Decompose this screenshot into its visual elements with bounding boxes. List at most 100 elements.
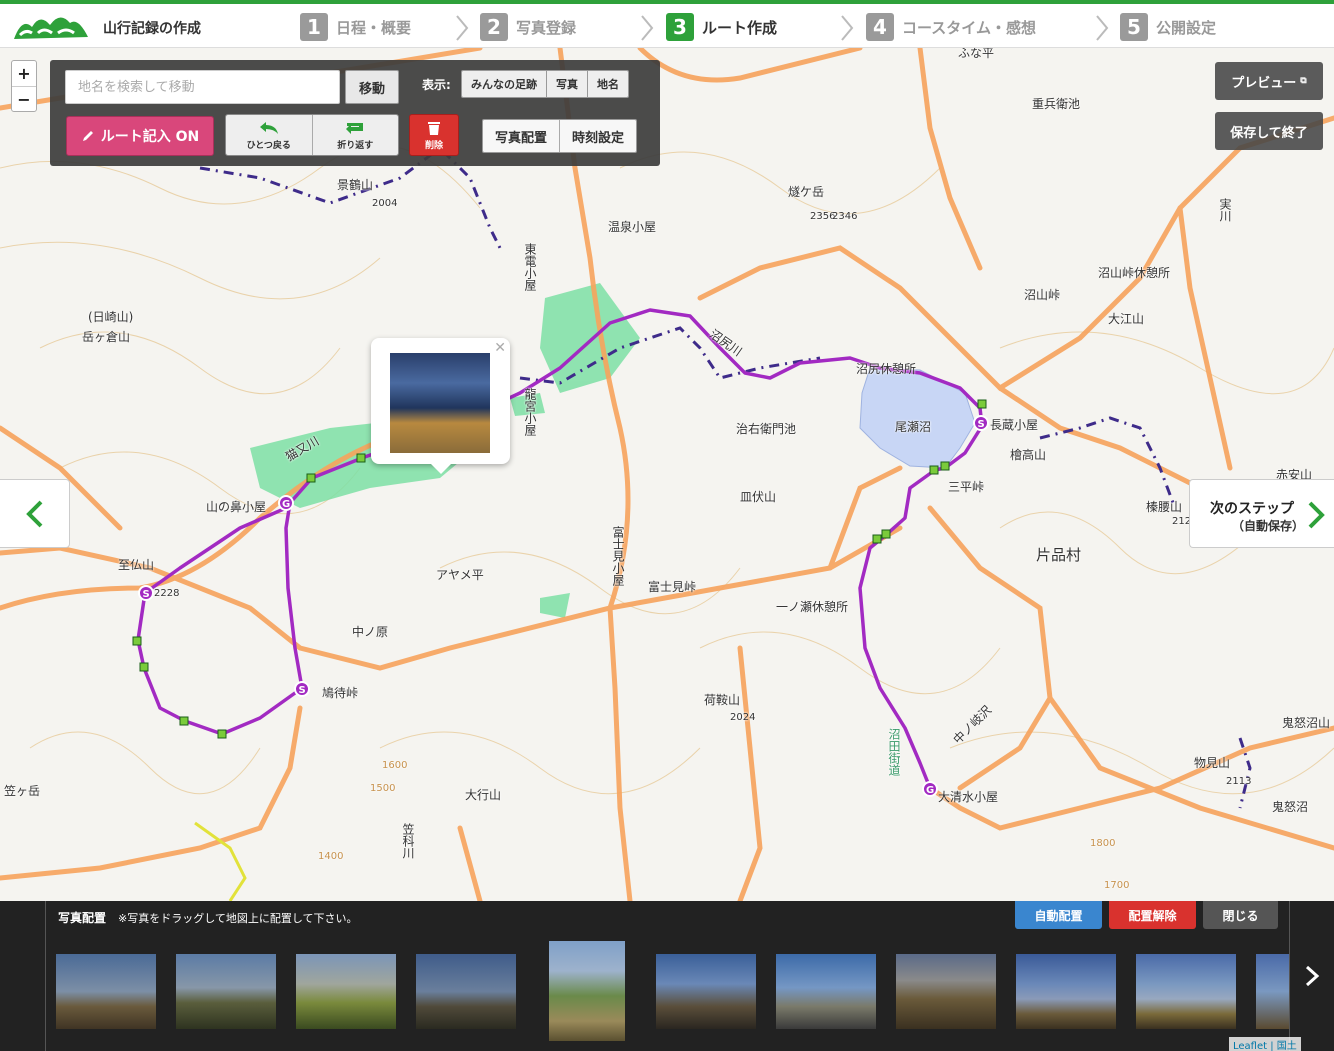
auto-place-button[interactable]: 自動配置 [1015,901,1102,929]
step-number: 1 [300,13,328,41]
chevron-left-icon [25,500,42,527]
chevron-right-icon [1308,501,1325,529]
map-label: 富士見峠 [648,580,697,594]
display-label: 表示: [422,78,451,92]
map-label: 2024 [730,712,756,723]
map-label: 1400 [318,851,344,862]
step-label: 日程・概要 [336,18,412,37]
move-button[interactable]: 移動 [345,70,399,104]
photo-thumbnail[interactable] [56,954,156,1029]
map-label: 皿伏山 [740,490,777,504]
place-search-input[interactable] [65,70,340,104]
chevron-right-icon [456,15,469,41]
auto-save-note: （自動保存） [1232,519,1305,533]
photo-thumbnail[interactable] [176,954,276,1029]
map-label: 龍宮小屋 [523,388,537,436]
map-label: 1600 [382,760,408,771]
photo-thumbnail[interactable] [656,954,756,1029]
undo-button[interactable]: ひとつ戻る [226,115,312,155]
map-label: 燧ケ岳 [788,185,825,199]
yamareco-logo[interactable] [12,9,90,43]
photo-place-button[interactable]: 写真配置 [483,120,560,152]
map-label: 2346 [832,211,858,222]
clear-placement-button[interactable]: 配置解除 [1109,901,1196,929]
photo-strip-next-button[interactable] [1290,901,1334,1051]
svg-text:S: S [978,419,985,430]
photo-thumbnail[interactable] [776,954,876,1029]
photo-thumbnail[interactable] [296,954,396,1029]
photo-thumbnail[interactable] [416,954,516,1029]
map-canvas[interactable]: S S G S G 景鶴山 2004 燧ケ岳 2356 2346 温泉小屋 東電… [0,48,1334,901]
edit-button-group: ひとつ戻る 折り返す [225,114,399,156]
photo-thumbnail[interactable] [1016,954,1116,1029]
delete-button[interactable]: 削除 [409,114,459,156]
map-label: 大江山 [1108,312,1145,326]
step-label: 公開設定 [1156,18,1217,37]
trash-icon [428,121,440,135]
reverse-button[interactable]: 折り返す [311,115,398,155]
route-entry-label: ルート記入 ON [100,129,200,145]
chevron-right-icon [1305,965,1320,987]
step-number: 2 [480,13,508,41]
photo-thumbnail[interactable] [1136,954,1236,1029]
close-icon[interactable]: ✕ [494,340,506,356]
step-3[interactable]: 3 ルート作成 [666,11,777,43]
step-5[interactable]: 5 公開設定 [1120,11,1216,43]
app-title: 山行記録の作成 [103,21,201,37]
map-label: 榛腰山 [1146,500,1183,514]
toggle-footprints[interactable]: みんなの足跡 [462,71,547,97]
photo-thumbnail[interactable] [1256,954,1289,1029]
route-entry-toggle-button[interactable]: ルート記入 ON [66,116,214,156]
map-label: 鳩待峠 [322,686,359,700]
map-label: 沼山峠休憩所 [1098,266,1171,280]
map-label: 物見山 [1194,756,1231,770]
chevron-right-icon [641,15,654,41]
map-label: アヤメ平 [436,568,484,582]
map-label: 片品村 [1036,546,1082,564]
svg-text:S: S [143,589,150,600]
svg-text:G: G [926,785,934,796]
external-link-icon: ⧉ [1300,76,1307,86]
svg-text:S: S [299,685,306,696]
preview-label: プレビュー [1231,75,1297,91]
zoom-out-button[interactable]: − [12,86,36,111]
svg-text:G: G [282,499,290,510]
header: 山行記録の作成 1 日程・概要 2 写真登録 3 ルート作成 4 コースタイム・… [0,0,1334,48]
map-label: 一ノ瀬休憩所 [776,600,849,614]
route-toolbar: 移動 表示: みんなの足跡 写真 地名 ルート記入 ON ひとつ戻る 折り返す … [50,60,660,166]
map-label: 大行山 [465,788,502,802]
map-attribution[interactable]: Leaflet | 国土 [1229,1037,1301,1051]
map-label: 岳ヶ倉山 [82,330,131,344]
previous-step-button[interactable] [0,479,70,548]
time-set-button[interactable]: 時刻設定 [559,120,637,152]
photo-thumbnail[interactable] [549,941,625,1041]
photo-thumbnail[interactable] [896,954,996,1029]
map-label: 1700 [1104,880,1130,891]
chevron-right-icon [1096,15,1109,41]
save-exit-button[interactable]: 保存して終了 [1215,112,1323,150]
map-label: 2113 [1226,776,1252,787]
step-number: 5 [1120,13,1148,41]
map-label: 檜高山 [1010,448,1047,462]
panel-title: 写真配置 [58,911,107,925]
map-label: ふな平 [958,48,995,60]
toggle-photos[interactable]: 写真 [547,71,588,97]
map-label: 1800 [1090,838,1116,849]
close-panel-button[interactable]: 閉じる [1203,901,1278,929]
photo-popup: ✕ [371,338,510,474]
next-step-button[interactable]: 次のステップ （自動保存） [1189,479,1334,548]
zoom-in-button[interactable]: + [12,61,36,86]
step-label: コースタイム・感想 [902,18,1036,37]
step-number: 4 [866,13,894,41]
step-1[interactable]: 1 日程・概要 [300,11,411,43]
undo-label: ひとつ戻る [246,140,291,151]
toggle-place-names[interactable]: 地名 [588,71,628,97]
popup-photo-thumbnail[interactable] [390,353,490,453]
preview-button[interactable]: プレビュー ⧉ [1215,62,1323,100]
chevron-right-icon [841,15,854,41]
step-2[interactable]: 2 写真登録 [480,11,576,43]
step-4[interactable]: 4 コースタイム・感想 [866,11,1036,43]
photo-placement-panel: 写真配置 ※写真をドラッグして地図上に配置して下さい。 自動配置 配置解除 閉じ… [0,901,1334,1051]
map-label: 三平峠 [948,480,985,494]
step-label: ルート作成 [702,18,778,37]
